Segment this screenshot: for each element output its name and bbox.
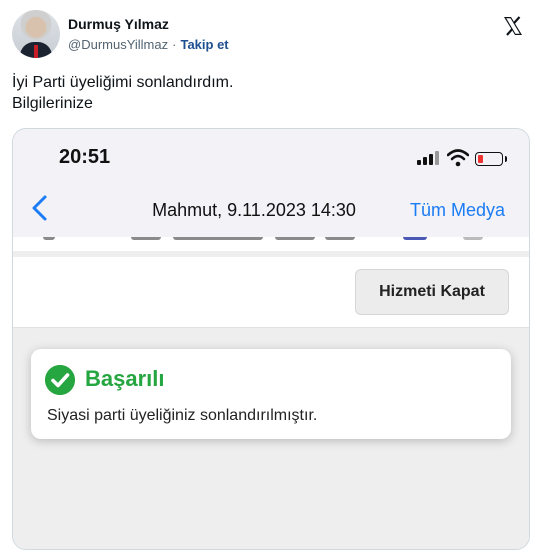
message-nav-bar: Mahmut, 9.11.2023 14:30 Tüm Medya <box>13 185 529 235</box>
status-time: 20:51 <box>59 146 111 168</box>
action-bar: Hizmeti Kapat <box>13 257 529 328</box>
battery-icon <box>475 152 507 166</box>
tweet-media-image[interactable]: 20:51 Mahmut, 9.11.2023 14:30 Tüm Medya <box>12 128 530 550</box>
tweet-text: İyi Parti üyeliğimi sonlandırdım. Bilgil… <box>12 72 512 114</box>
author-handle[interactable]: @DurmusYillmaz <box>68 37 168 52</box>
status-icons <box>411 149 507 167</box>
x-logo-icon[interactable] <box>501 14 525 38</box>
tweet-text-line-2: Bilgilerinize <box>12 95 93 112</box>
tweet-text-line-1: İyi Parti üyeliğimi sonlandırdım. <box>12 74 234 91</box>
author-name[interactable]: Durmuş Yılmaz <box>68 16 169 32</box>
all-media-link[interactable]: Tüm Medya <box>410 200 505 221</box>
close-service-button[interactable]: Hizmeti Kapat <box>355 269 509 315</box>
tweet-header: Durmuş Yılmaz @DurmusYillmaz · Takip et <box>12 10 527 58</box>
avatar[interactable] <box>12 10 60 58</box>
alert-title: Başarılı <box>85 366 165 391</box>
separator-dot: · <box>172 37 177 52</box>
phone-status-bar: 20:51 <box>13 129 529 185</box>
checkmark-icon <box>45 365 75 395</box>
author-handle-line: @DurmusYillmaz · Takip et <box>68 37 229 52</box>
webpage-content: Hizmeti Kapat Başarılı Siyasi parti üyel… <box>13 237 529 549</box>
follow-button[interactable]: Takip et <box>180 37 228 52</box>
cropped-text-strip <box>13 237 529 251</box>
success-alert: Başarılı Siyasi parti üyeliğiniz sonland… <box>31 349 511 439</box>
alert-message: Siyasi parti üyeliğiniz sonlandırılmıştı… <box>47 407 318 424</box>
wifi-icon <box>447 149 469 167</box>
